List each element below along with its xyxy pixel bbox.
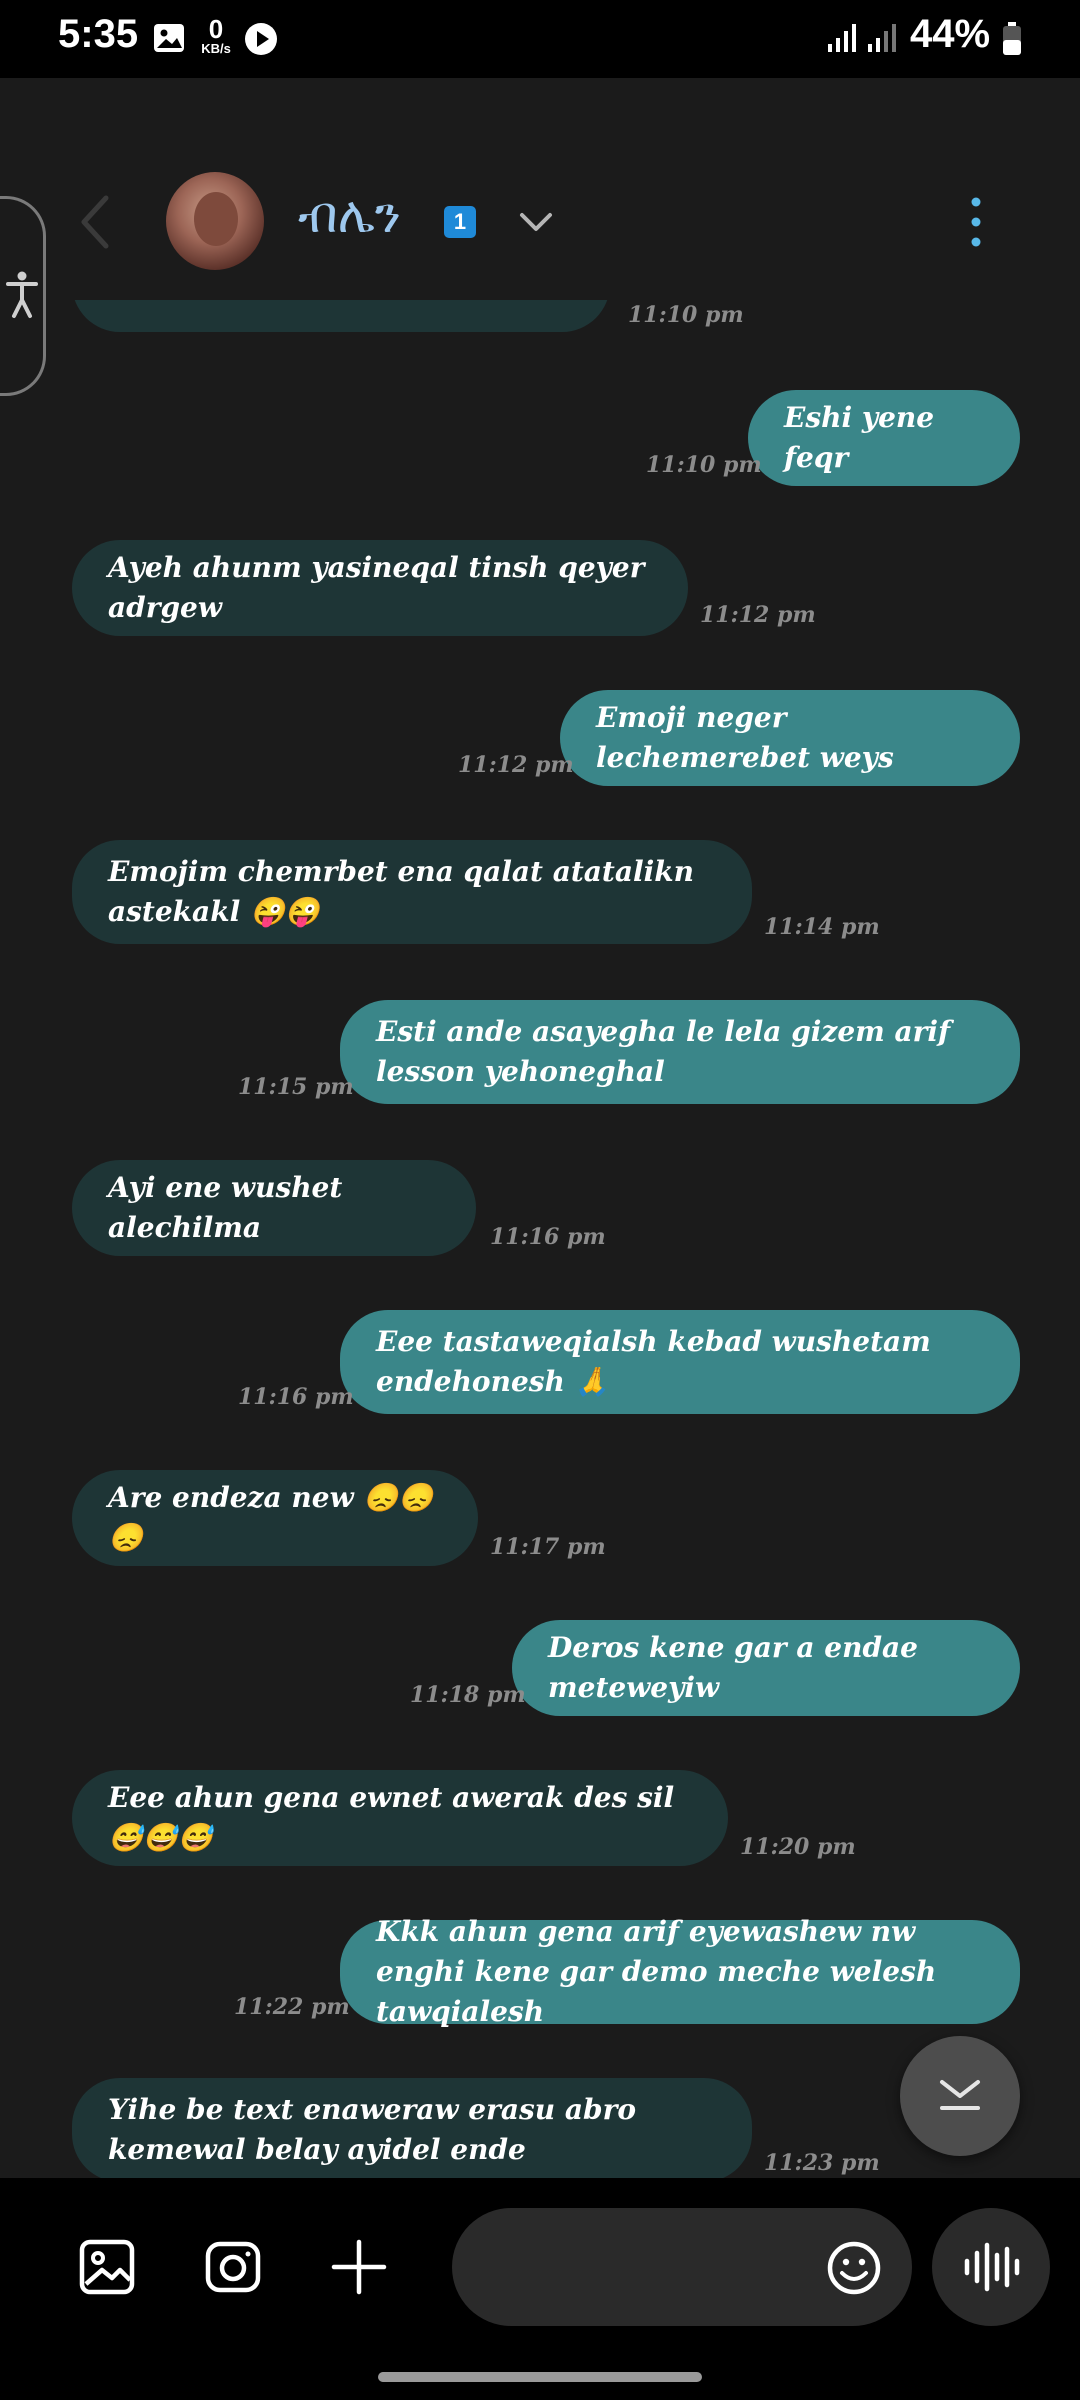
message-text: Are endeza new 😞😞😞 [108,1481,434,1554]
home-indicator[interactable] [378,2372,702,2382]
signal-icon-2 [868,24,896,52]
status-bar: 5:35 0 KB/s 44% [0,0,1080,78]
message-bubble-incoming[interactable]: Yihe be text enaweraw erasu abro kemewal… [72,2078,752,2178]
message-timestamp: 11:10 pm [646,452,762,478]
message-bubble-incoming[interactable]: Are endeza new 😞😞😞 [72,1470,478,1566]
network-speed-value: 0 [208,14,224,44]
contact-name[interactable]: ብሌን [298,186,401,245]
message-text: Emojim chemrbet ena qalat atatalikn aste… [108,855,695,928]
battery-percent: 44% [910,12,991,56]
message-text: Esti ande asayegha le lela gizem arif le… [376,1015,951,1088]
message-timestamp: 11:18 pm [410,1682,526,1708]
message-bubble-incoming[interactable]: Ayeh ahunm yasineqal tinsh qeyer adrgew [72,540,688,636]
message-bubble-outgoing[interactable]: Kkk ahun gena arif eyewashew nw enghi ke… [340,1915,1020,2028]
message-timestamp: 11:15 pm [238,1074,354,1100]
message-timestamp: 11:14 pm [764,914,880,940]
scroll-to-bottom-button[interactable] [900,2036,1020,2156]
message-timestamp: 11:10 pm [628,302,744,328]
message-bubble-incoming[interactable]: Emojim chemrbet ena qalat atatalikn aste… [72,840,752,944]
message-text: Deros kene gar a endae meteweyiw [548,1631,918,1704]
message-text: Yihe be text enaweraw erasu abro kemewal… [108,2093,637,2166]
plus-icon[interactable] [330,2238,388,2296]
more-vertical-icon[interactable] [964,196,988,248]
camera-icon[interactable] [204,2238,262,2296]
message-text: Eshi yene feqr [784,401,935,474]
message-text: Ayeh ahunm yasineqal tinsh qeyer adrgew [108,551,645,624]
network-speed: 0 KB/s [194,16,238,55]
avatar[interactable] [166,172,264,270]
voice-wave-icon [964,2242,1020,2292]
avatar-face [194,192,238,246]
message-bubble-incoming[interactable]: Eee ahun gena ewnet awerak des sil 😅😅😅 [72,1770,728,1866]
scroll-down-icon [940,2080,980,2110]
chevron-down-icon[interactable] [518,210,554,234]
message-timestamp: 11:16 pm [490,1224,606,1250]
message-input-bar [0,2178,1080,2400]
message-bubble-outgoing[interactable]: Eshi yene feqr [748,390,1020,486]
back-icon[interactable] [78,194,112,250]
message-timestamp: 11:17 pm [490,1534,606,1560]
status-time: 5:35 [58,12,139,56]
message-timestamp: 11:12 pm [458,752,574,778]
chat-header [0,78,1080,328]
unread-badge: 1 [444,206,476,238]
network-speed-unit: KB/s [201,41,231,56]
message-timestamp: 11:20 pm [740,1834,856,1860]
voice-button[interactable] [932,2208,1050,2326]
message-timestamp: 11:16 pm [238,1384,354,1410]
signal-icon [828,24,856,52]
message-text: Ayi ene wushet alechilma [108,1171,343,1244]
message-text: Eee tastaweqialsh kebad wushetam endehon… [376,1325,931,1398]
emoji-icon[interactable] [826,2240,882,2296]
message-bubble-outgoing[interactable]: Deros kene gar a endae meteweyiw [512,1620,1020,1716]
battery-icon [1003,22,1021,55]
message-list[interactable]: 11:10 pm Eshi yene feqr 11:10 pm Ayeh ah… [0,300,1080,2178]
message-text: Eee ahun gena ewnet awerak des sil 😅😅😅 [108,1781,675,1854]
message-bubble-incoming[interactable]: Ayi ene wushet alechilma [72,1160,476,1256]
message-timestamp: 11:23 pm [764,2150,880,2176]
message-bubble-incoming[interactable] [72,300,610,332]
gallery-icon[interactable] [78,2238,136,2296]
message-timestamp: 11:12 pm [700,602,816,628]
message-timestamp: 11:22 pm [234,1994,350,2020]
message-text: Emoji neger lechemerebet weys [596,701,894,774]
message-bubble-outgoing[interactable]: Emoji neger lechemerebet weys [560,690,1020,786]
play-icon [245,23,277,55]
message-bubble-outgoing[interactable]: Eee tastaweqialsh kebad wushetam endehon… [340,1310,1020,1414]
message-text: Kkk ahun gena arif eyewashew nw enghi ke… [376,1915,937,2028]
gallery-notification-icon [154,24,184,52]
message-bubble-outgoing[interactable]: Esti ande asayegha le lela gizem arif le… [340,1000,1020,1104]
